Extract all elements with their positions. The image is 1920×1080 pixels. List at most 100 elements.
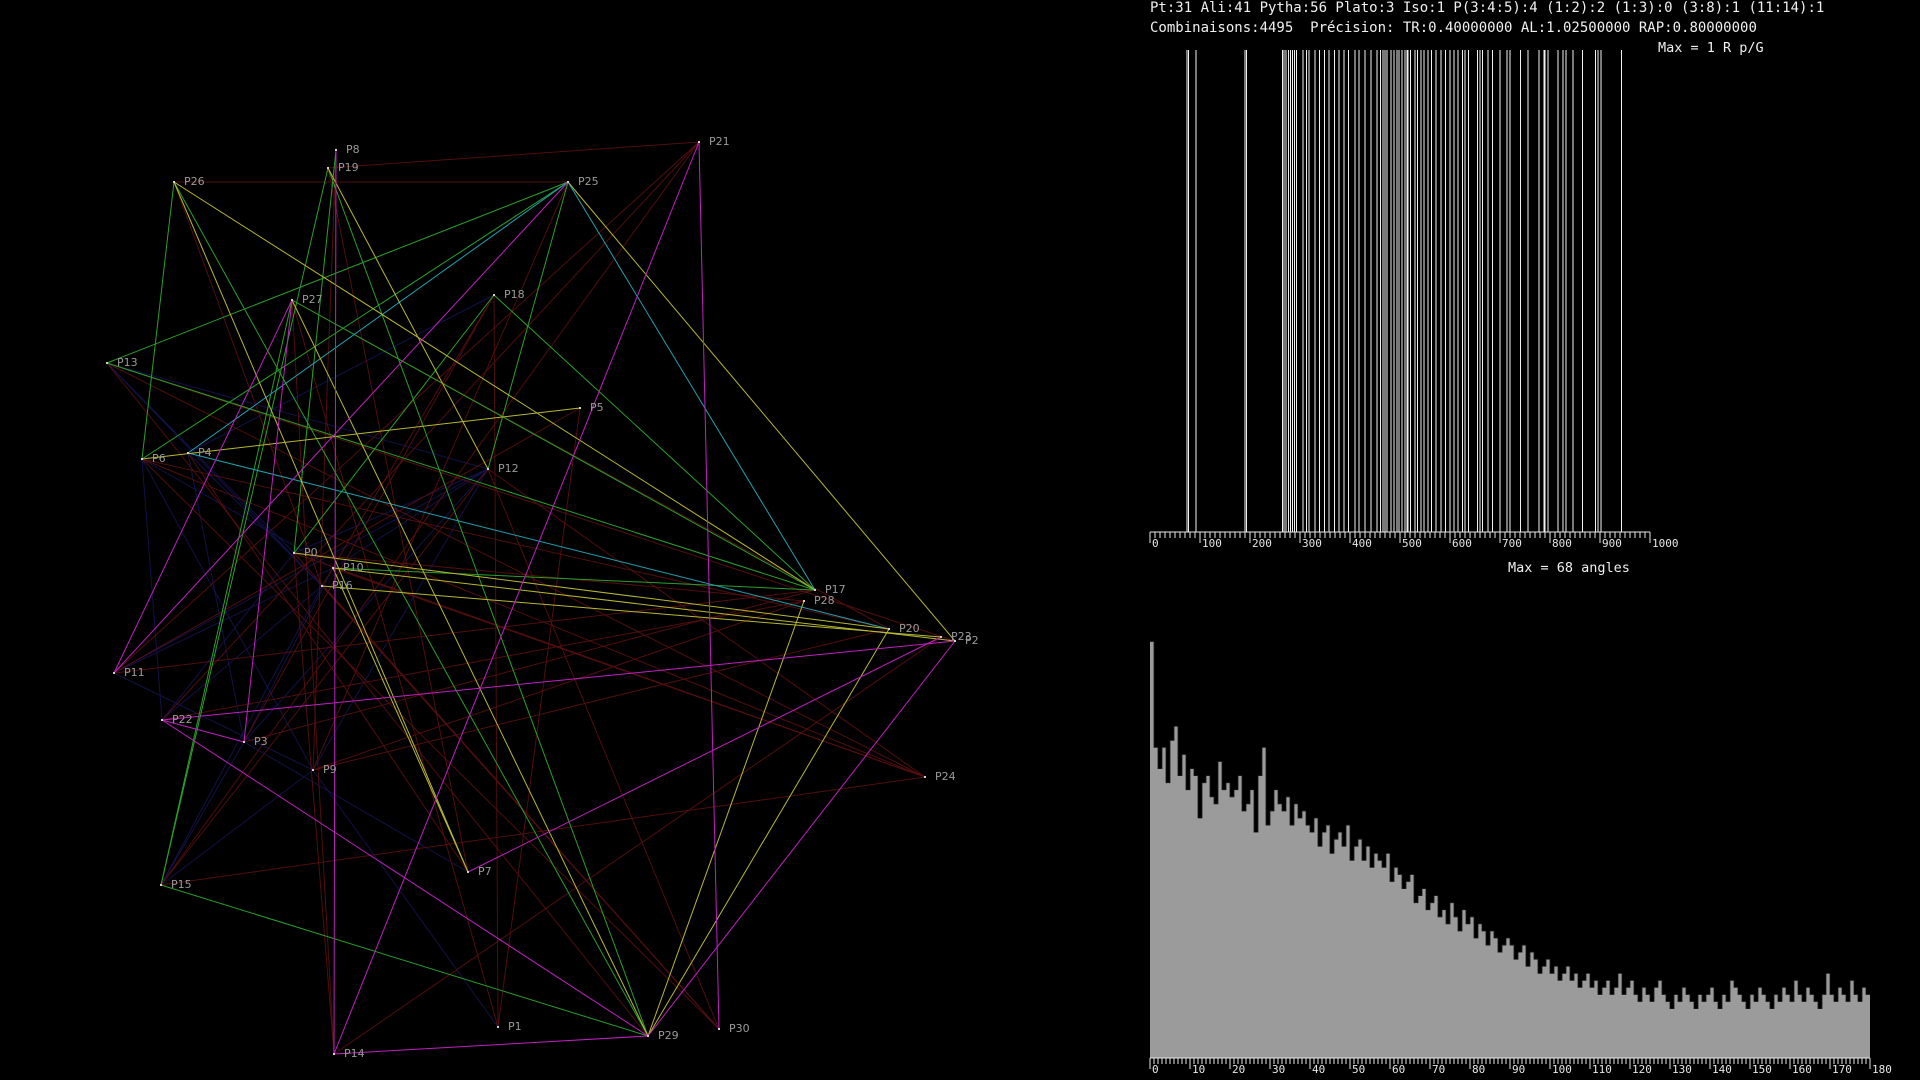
histogram-bar bbox=[1358, 839, 1362, 1058]
x-tick-label: 30 bbox=[1272, 1063, 1285, 1076]
point-marker bbox=[803, 600, 805, 602]
histogram-bar bbox=[1354, 846, 1358, 1058]
histogram-bar bbox=[1178, 775, 1182, 1058]
histogram-bar bbox=[1318, 846, 1322, 1058]
network-line-yellow bbox=[647, 628, 890, 1037]
histogram-bar bbox=[1170, 740, 1174, 1058]
histogram-bar bbox=[1550, 973, 1554, 1058]
histogram-bar bbox=[1586, 973, 1590, 1058]
point-marker bbox=[141, 458, 143, 460]
histogram-bar bbox=[1174, 726, 1178, 1058]
network-line-darkred bbox=[106, 362, 649, 1037]
histogram-bar bbox=[1242, 810, 1246, 1058]
histogram-bar bbox=[1374, 853, 1378, 1058]
histogram-bar bbox=[1782, 987, 1786, 1058]
histogram-bar bbox=[1790, 1001, 1794, 1058]
histogram-bar bbox=[1734, 987, 1738, 1058]
histogram-bar bbox=[1566, 966, 1570, 1058]
x-tick-label: 80 bbox=[1472, 1063, 1485, 1076]
histogram-bar bbox=[1838, 987, 1842, 1058]
histogram-bar bbox=[1346, 825, 1350, 1058]
histogram-bar bbox=[1474, 938, 1478, 1058]
x-tick-label: 10 bbox=[1192, 1063, 1205, 1076]
histogram-bar bbox=[1842, 994, 1846, 1058]
x-tick-label: 0 bbox=[1152, 1063, 1159, 1076]
point-marker bbox=[335, 149, 337, 151]
histogram-bar bbox=[1250, 789, 1254, 1058]
histogram-bar bbox=[1854, 994, 1858, 1058]
histogram-bar bbox=[1610, 994, 1614, 1058]
point-marker bbox=[333, 1053, 335, 1055]
network-line-darkred bbox=[312, 600, 805, 771]
histogram-bar bbox=[1622, 994, 1626, 1058]
network-line-darkred bbox=[487, 468, 926, 778]
histogram-bar bbox=[1438, 916, 1442, 1058]
histogram-bar bbox=[1646, 994, 1650, 1058]
network-line-darkred bbox=[327, 141, 700, 169]
point-label: P23 bbox=[951, 630, 972, 643]
histogram-bar bbox=[1666, 1001, 1670, 1058]
histogram-bar bbox=[1258, 775, 1262, 1058]
histogram-bar bbox=[1518, 952, 1522, 1058]
histogram-bar bbox=[1606, 980, 1610, 1058]
histogram-bar bbox=[1218, 761, 1222, 1058]
histogram-bar bbox=[1846, 1001, 1850, 1058]
histogram-bar bbox=[1786, 994, 1790, 1058]
histogram-bar bbox=[1426, 909, 1430, 1058]
histogram-bar bbox=[1298, 818, 1302, 1058]
histogram-bar bbox=[1490, 930, 1494, 1058]
histogram-bar bbox=[1526, 966, 1530, 1058]
histogram-bar bbox=[1650, 1001, 1654, 1058]
ratio-bars bbox=[1186, 50, 1622, 532]
histogram-bar bbox=[1238, 775, 1242, 1058]
network-line-darkred bbox=[160, 776, 926, 886]
histogram-bar bbox=[1194, 775, 1198, 1058]
point-marker bbox=[888, 628, 890, 630]
stats-line-2: Combinaisons:4495 Précision: TR:0.400000… bbox=[1150, 20, 1757, 36]
network-line-green bbox=[160, 884, 649, 1037]
x-tick-label: 600 bbox=[1452, 537, 1472, 550]
point-label: P7 bbox=[478, 865, 492, 878]
histogram-bar bbox=[1442, 909, 1446, 1058]
histogram-bar bbox=[1726, 1001, 1730, 1058]
histogram-bar bbox=[1514, 959, 1518, 1058]
network-line-darkblue bbox=[187, 294, 495, 454]
point-marker bbox=[567, 181, 569, 183]
histogram-bar bbox=[1866, 994, 1870, 1058]
histogram-outline bbox=[1150, 641, 1870, 1009]
histogram-bar bbox=[1582, 980, 1586, 1058]
network-line-darkblue bbox=[312, 769, 499, 1028]
histogram-bar bbox=[1530, 952, 1534, 1058]
histogram-bar bbox=[1446, 923, 1450, 1058]
histogram-bar bbox=[1574, 973, 1578, 1058]
x-tick-label: 900 bbox=[1602, 537, 1622, 550]
histogram-bar bbox=[1638, 1001, 1642, 1058]
histogram-bar bbox=[1330, 853, 1334, 1058]
point-marker bbox=[487, 468, 489, 470]
network-line-darkblue bbox=[160, 741, 245, 886]
point-marker bbox=[106, 362, 108, 364]
histogram-bar bbox=[1394, 867, 1398, 1058]
histogram-bar bbox=[1506, 938, 1510, 1058]
histogram-bar bbox=[1602, 987, 1606, 1058]
point-label: P18 bbox=[504, 288, 525, 301]
histogram-bar bbox=[1858, 1001, 1862, 1058]
network-line-darkred bbox=[173, 181, 323, 587]
point-marker bbox=[293, 552, 295, 554]
point-label: P21 bbox=[709, 135, 730, 148]
histogram-bar bbox=[1226, 782, 1230, 1058]
point-label: P10 bbox=[343, 561, 364, 574]
histogram-bar bbox=[1366, 846, 1370, 1058]
x-tick-label: 1000 bbox=[1652, 537, 1679, 550]
histogram-bar bbox=[1162, 747, 1166, 1058]
point-label: P26 bbox=[184, 175, 205, 188]
histogram-bar bbox=[1378, 860, 1382, 1058]
histogram-bar bbox=[1758, 987, 1762, 1058]
histogram-bar bbox=[1630, 980, 1634, 1058]
x-tick-label: 0 bbox=[1152, 537, 1159, 550]
histogram-bar bbox=[1294, 803, 1298, 1058]
network-line-magenta bbox=[333, 1035, 649, 1055]
network-line-darkred bbox=[312, 181, 569, 771]
histogram-bar bbox=[1494, 938, 1498, 1058]
point-marker bbox=[467, 871, 469, 873]
